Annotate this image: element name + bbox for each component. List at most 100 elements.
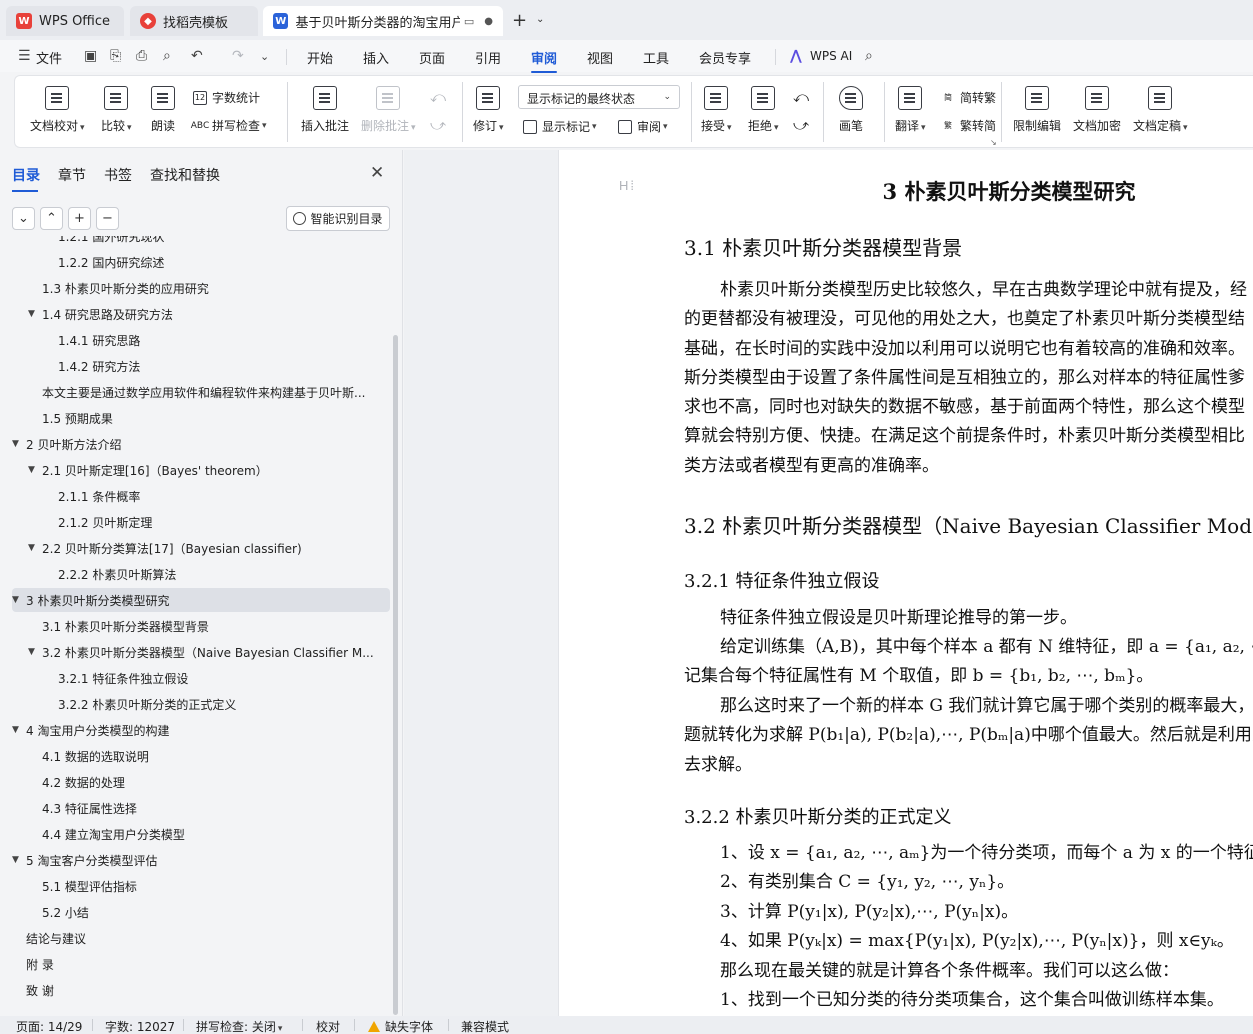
close-icon[interactable]: ✕ bbox=[370, 163, 384, 183]
tab-wps-office[interactable]: W WPS Office bbox=[6, 6, 124, 36]
track-changes-button[interactable]: 修订 ▾ bbox=[473, 86, 504, 134]
search-icon[interactable]: ⌕ bbox=[865, 48, 873, 64]
chevron-down-icon[interactable]: ⌄ bbox=[536, 14, 544, 25]
menu-home[interactable]: 开始 bbox=[307, 48, 333, 67]
toc-item[interactable]: 2.1.1 条件概率 bbox=[12, 484, 390, 508]
tab-find-replace[interactable]: 查找和替换 bbox=[150, 165, 220, 185]
share-icon[interactable]: ⎘ bbox=[110, 48, 121, 64]
expand-arrow-icon[interactable]: ▼ bbox=[12, 595, 26, 605]
document-page[interactable]: H⁞ 3 朴素贝叶斯分类模型研究 3.1 朴素贝叶斯分类器模型背景 朴素贝叶斯分… bbox=[558, 150, 1253, 1016]
next-comment-icon[interactable]: ⤻ bbox=[430, 116, 446, 134]
compare-button[interactable]: 比较 ▾ bbox=[101, 86, 132, 134]
toc-item[interactable]: ▼ 1.4 研究思路及研究方法 bbox=[12, 302, 390, 326]
menu-insert[interactable]: 插入 bbox=[363, 48, 389, 67]
undo-icon[interactable]: ↶ bbox=[191, 48, 203, 64]
redo-icon[interactable]: ↷ bbox=[232, 48, 244, 64]
toc-item[interactable]: 1.2.2 国内研究综述 bbox=[12, 250, 390, 274]
hamburger-menu-icon[interactable]: ☰ bbox=[18, 48, 31, 64]
toc-item[interactable]: 3.2.1 特征条件独立假设 bbox=[12, 666, 390, 690]
markup-mode-select[interactable]: 显示标记的最终状态 ⌄ bbox=[518, 85, 680, 109]
toc-item[interactable]: 1.3 朴素贝叶斯分类的应用研究 bbox=[12, 276, 390, 300]
review-pane-button[interactable]: 审阅 ▾ bbox=[618, 118, 668, 135]
add-level-button[interactable]: + bbox=[68, 207, 91, 230]
delete-comment-button[interactable]: 删除批注 ▾ bbox=[361, 86, 416, 134]
proofread-button[interactable]: 文档校对 ▾ bbox=[30, 86, 85, 134]
insert-comment-button[interactable]: 插入批注 bbox=[301, 86, 349, 134]
print-icon[interactable]: ⎙ bbox=[136, 48, 147, 64]
tab-toc[interactable]: 目录 bbox=[12, 165, 40, 192]
menu-member[interactable]: 会员专享 bbox=[699, 48, 751, 67]
to-traditional-button[interactable]: 简 简转繁 bbox=[941, 89, 996, 106]
toc-item[interactable]: 5.1 模型评估指标 bbox=[12, 874, 390, 898]
reject-button[interactable]: 拒绝 ▾ bbox=[748, 86, 779, 134]
expand-arrow-icon[interactable]: ▼ bbox=[28, 647, 42, 657]
word-count-indicator[interactable]: 字数: 12027 bbox=[105, 1018, 175, 1034]
previous-comment-icon[interactable]: ⤺ bbox=[430, 88, 446, 106]
toc-item[interactable]: ▼ 2 贝叶斯方法介绍 bbox=[12, 432, 390, 456]
toc-item[interactable]: ▼ 3 朴素贝叶斯分类模型研究 bbox=[12, 588, 390, 612]
menu-references[interactable]: 引用 bbox=[475, 48, 501, 67]
menu-wps-ai[interactable]: WPS AI bbox=[810, 49, 852, 63]
previous-change-icon[interactable]: ⤺ bbox=[793, 88, 809, 106]
smart-toc-button[interactable]: 智能识别目录 bbox=[286, 206, 390, 231]
show-markup-button[interactable]: 显示标记 ▾ bbox=[523, 118, 597, 135]
toc-item[interactable]: 1.5 预期成果 bbox=[12, 406, 390, 430]
toc-item[interactable]: 5.2 小结 bbox=[12, 900, 390, 924]
finalize-button[interactable]: 文档定稿 ▾ bbox=[1133, 86, 1188, 134]
pen-button[interactable]: 画笔 bbox=[839, 86, 863, 134]
group-expand-icon[interactable]: ↘ bbox=[990, 138, 997, 147]
to-simplified-button[interactable]: 繁 繁转简 bbox=[941, 117, 996, 134]
toc-item[interactable]: 2.2.2 朴素贝叶斯算法 bbox=[12, 562, 390, 586]
toc-item[interactable]: 致 谢 bbox=[12, 978, 390, 1002]
tab-template[interactable]: ◆ 找稻壳模板 bbox=[130, 6, 258, 36]
tab-document[interactable]: W 基于贝叶斯分类器的淘宝用户分类模型的研究 ▭ ● bbox=[263, 6, 503, 36]
collapse-down-button[interactable]: ⌄ bbox=[12, 207, 35, 230]
toc-item[interactable]: 1.4.2 研究方法 bbox=[12, 354, 390, 378]
menu-view[interactable]: 视图 bbox=[587, 48, 613, 67]
expand-arrow-icon[interactable]: ▼ bbox=[28, 465, 42, 475]
spell-check-status[interactable]: 拼写检查: 关闭 ▾ bbox=[196, 1018, 282, 1034]
restrict-edit-button[interactable]: 限制编辑 bbox=[1013, 86, 1061, 134]
menu-file[interactable]: 文件 bbox=[36, 48, 62, 67]
menu-review[interactable]: 审阅 bbox=[531, 48, 558, 73]
spell-check-button[interactable]: ABC 拼写检查 ▾ bbox=[191, 117, 267, 134]
document-canvas[interactable]: H⁞ 3 朴素贝叶斯分类模型研究 3.1 朴素贝叶斯分类器模型背景 朴素贝叶斯分… bbox=[404, 150, 1253, 1016]
tab-chapters[interactable]: 章节 bbox=[58, 165, 86, 185]
new-tab-plus-icon[interactable]: + bbox=[512, 10, 527, 31]
expand-arrow-icon[interactable]: ▼ bbox=[12, 725, 26, 735]
read-aloud-button[interactable]: 朗读 bbox=[151, 86, 175, 134]
next-change-icon[interactable]: ⤻ bbox=[793, 116, 809, 134]
unsaved-dot-icon[interactable]: ● bbox=[484, 16, 493, 27]
word-count-button[interactable]: 12 字数统计 bbox=[193, 89, 260, 106]
toc-item[interactable]: 4.1 数据的选取说明 bbox=[12, 744, 390, 768]
toc-item[interactable]: ▼ 2.1 贝叶斯定理[16]（Bayes' theorem） bbox=[12, 458, 390, 482]
menu-page[interactable]: 页面 bbox=[419, 48, 445, 67]
accept-button[interactable]: 接受 ▾ bbox=[701, 86, 732, 134]
expand-arrow-icon[interactable]: ▼ bbox=[28, 309, 42, 319]
toc-item[interactable]: 2.1.2 贝叶斯定理 bbox=[12, 510, 390, 534]
menu-tools[interactable]: 工具 bbox=[643, 48, 669, 67]
page-indicator[interactable]: 页面: 14/29 bbox=[16, 1018, 82, 1034]
tab-bookmarks[interactable]: 书签 bbox=[104, 165, 132, 185]
expand-arrow-icon[interactable]: ▼ bbox=[28, 543, 42, 553]
toc-item[interactable]: 3.2.2 朴素贝叶斯分类的正式定义 bbox=[12, 692, 390, 716]
expand-arrow-icon[interactable]: ▼ bbox=[12, 855, 26, 865]
more-chevron-icon[interactable]: ⌄ bbox=[260, 50, 269, 63]
collapse-up-button[interactable]: ⌃ bbox=[40, 207, 63, 230]
missing-font-status[interactable]: 缺失字体 bbox=[368, 1018, 433, 1034]
toc-item[interactable]: ▼ 5 淘宝客户分类模型评估 bbox=[12, 848, 390, 872]
toc-item[interactable]: ▼ 4 淘宝用户分类模型的构建 bbox=[12, 718, 390, 742]
toc-item[interactable]: ▼ 3.2 朴素贝叶斯分类器模型（Naive Bayesian Classifie… bbox=[12, 640, 390, 664]
print-preview-icon[interactable]: ⌕ bbox=[163, 48, 171, 64]
expand-arrow-icon[interactable]: ▼ bbox=[12, 439, 26, 449]
toc-item[interactable]: 1.4.1 研究思路 bbox=[12, 328, 390, 352]
toc-item[interactable]: 4.2 数据的处理 bbox=[12, 770, 390, 794]
toc-item[interactable]: ▼ 2.2 贝叶斯分类算法[17]（Bayesian classifier) bbox=[12, 536, 390, 560]
toc-item[interactable]: 附 录 bbox=[12, 952, 390, 976]
encrypt-button[interactable]: 文档加密 bbox=[1073, 86, 1121, 134]
toc-item[interactable]: 结论与建议 bbox=[12, 926, 390, 950]
wps-ai-icon[interactable]: ⋀ bbox=[790, 48, 802, 64]
translate-button[interactable]: 翻译 ▾ bbox=[895, 86, 926, 134]
toc-item[interactable]: 1.2.1 国外研究现状 bbox=[12, 236, 390, 248]
toc-item[interactable]: 3.1 朴素贝叶斯分类器模型背景 bbox=[12, 614, 390, 638]
